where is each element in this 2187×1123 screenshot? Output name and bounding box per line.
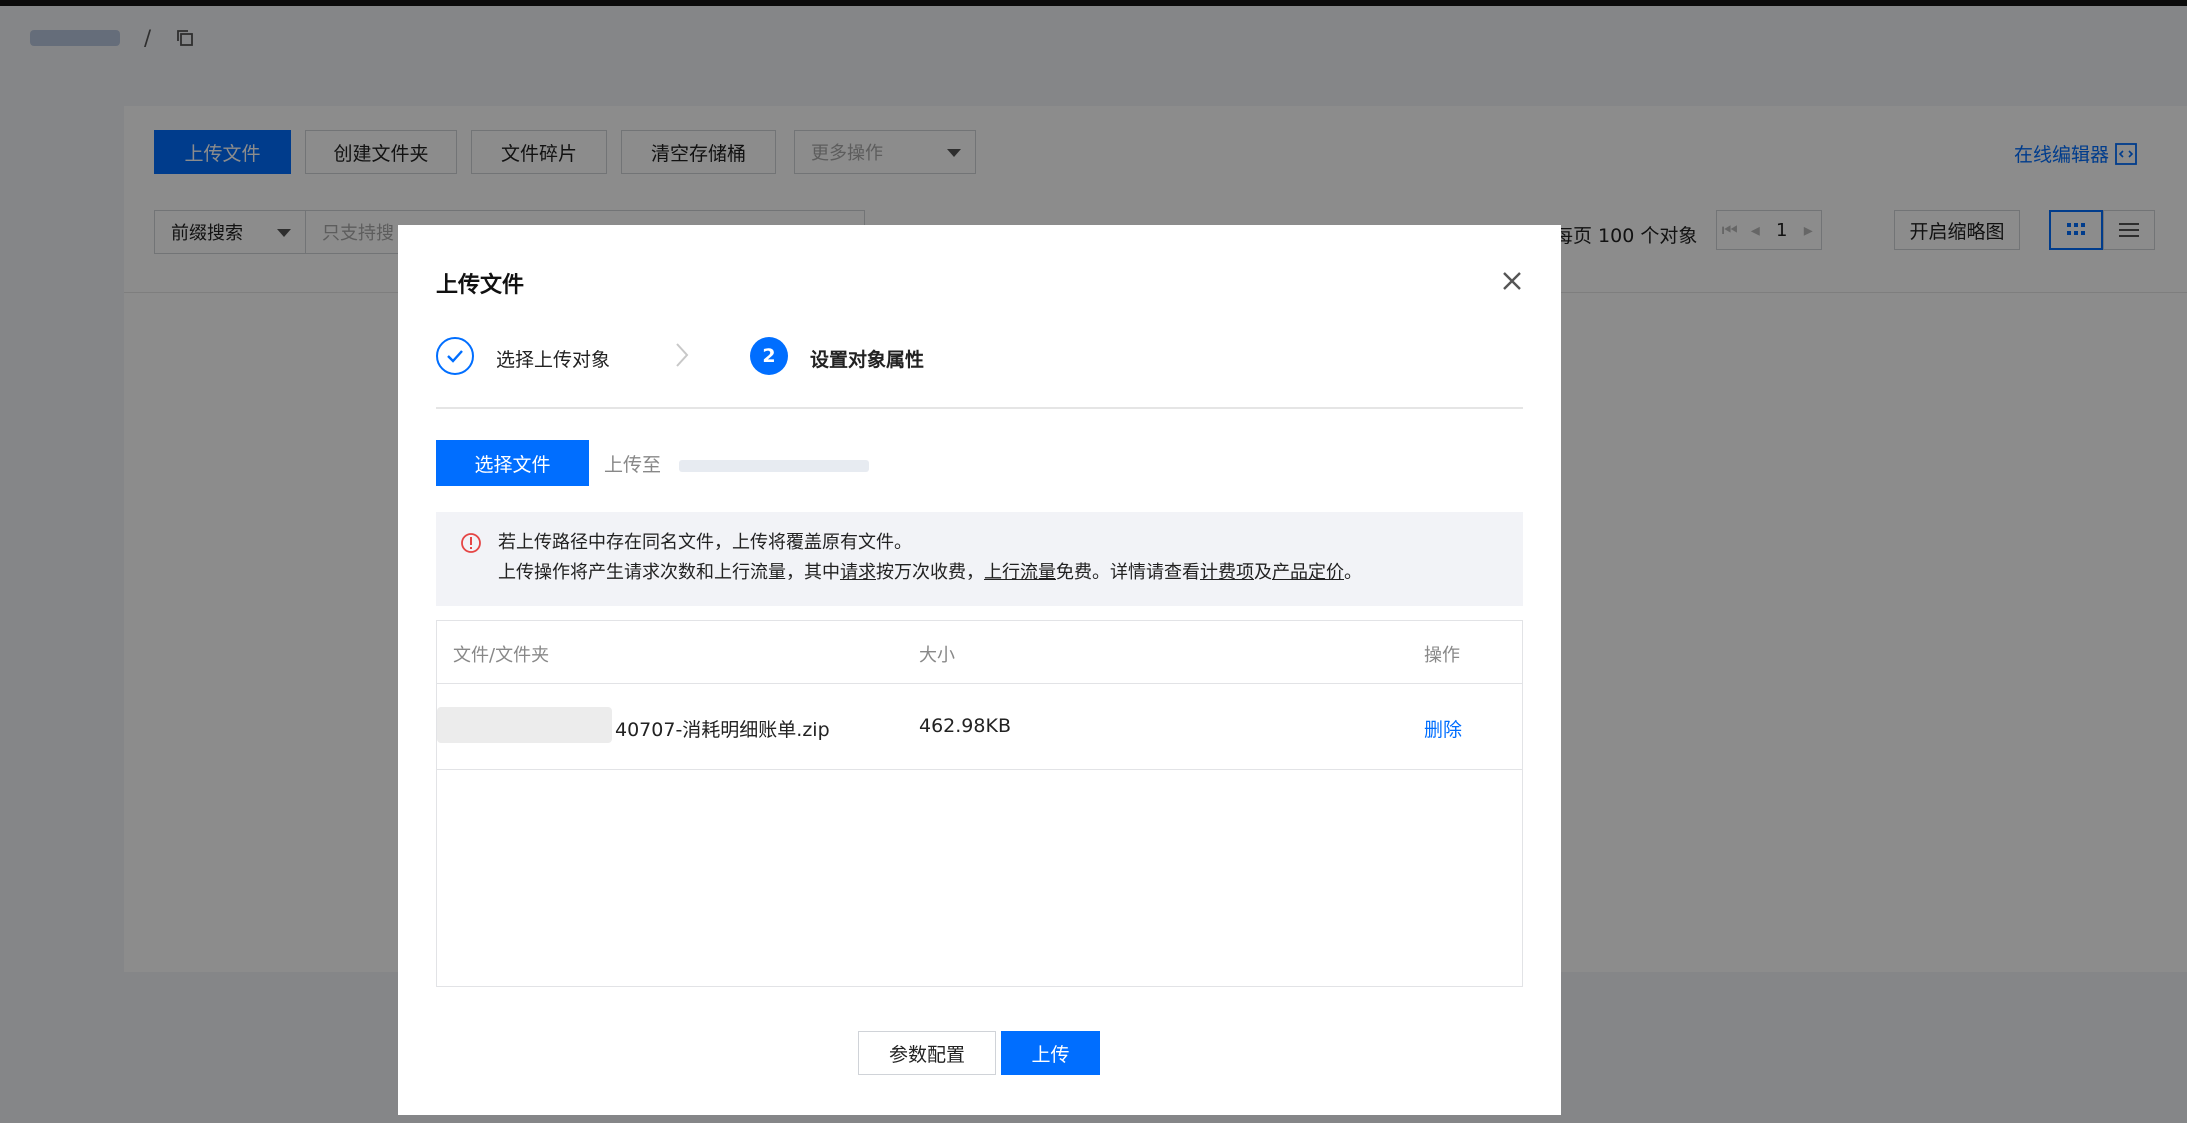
close-icon[interactable]	[1500, 269, 1524, 293]
table-row: 40707-消耗明细账单.zip 462.98KB 删除	[437, 683, 1522, 770]
billing-items-link[interactable]: 计费项	[1200, 562, 1254, 583]
file-name: 40707-消耗明细账单.zip	[615, 719, 830, 741]
notice-text: 按万次收费，	[876, 562, 984, 583]
upload-destination: 上传至	[604, 450, 870, 477]
request-link[interactable]: 请求	[840, 562, 876, 583]
column-header-name: 文件/文件夹	[453, 645, 550, 666]
upload-path-blurred	[679, 459, 870, 472]
pricing-link[interactable]: 产品定价	[1272, 562, 1344, 583]
warning-icon	[461, 533, 481, 553]
column-header-size: 大小	[919, 645, 955, 666]
upload-submit-button[interactable]: 上传	[1001, 1031, 1100, 1075]
notice-line-2: 上传操作将产生请求次数和上行流量，其中请求按万次收费，上行流量免费。详情请查看计…	[498, 558, 1362, 584]
select-file-button[interactable]: 选择文件	[436, 440, 589, 486]
upstream-traffic-link[interactable]: 上行流量	[984, 562, 1056, 583]
notice-text: 上传操作将产生请求次数和上行流量，其中	[498, 562, 840, 583]
file-name-blurred	[437, 707, 612, 743]
upload-file-dialog: 上传文件 选择上传对象 2 设置对象属性 选择文件 上传至 若上传路径中存在同名…	[398, 225, 1561, 1115]
notice-line-1: 若上传路径中存在同名文件，上传将覆盖原有文件。	[498, 532, 912, 553]
step-2-label: 设置对象属性	[810, 349, 925, 371]
notice-text: 。	[1344, 562, 1362, 583]
upload-to-label: 上传至	[604, 454, 662, 476]
column-header-action: 操作	[1424, 645, 1460, 666]
dialog-title: 上传文件	[436, 273, 525, 298]
upload-file-table: 文件/文件夹 大小 操作 40707-消耗明细账单.zip 462.98KB 删…	[436, 620, 1523, 987]
notice-text: 及	[1254, 562, 1272, 583]
file-size: 462.98KB	[919, 715, 1011, 737]
notice-text: 免费。详情请查看	[1056, 562, 1200, 583]
table-header: 文件/文件夹 大小 操作	[437, 621, 1522, 684]
step-1-indicator	[436, 337, 474, 375]
step-2-indicator: 2	[750, 337, 788, 375]
upload-notice: 若上传路径中存在同名文件，上传将覆盖原有文件。 上传操作将产生请求次数和上行流量…	[436, 512, 1523, 606]
check-icon	[447, 350, 463, 363]
delete-button[interactable]: 删除	[1424, 715, 1462, 742]
steps-divider	[436, 407, 1523, 409]
step-1-label: 选择上传对象	[496, 349, 611, 371]
chevron-right-icon	[676, 343, 689, 367]
parameter-config-button[interactable]: 参数配置	[858, 1031, 996, 1075]
